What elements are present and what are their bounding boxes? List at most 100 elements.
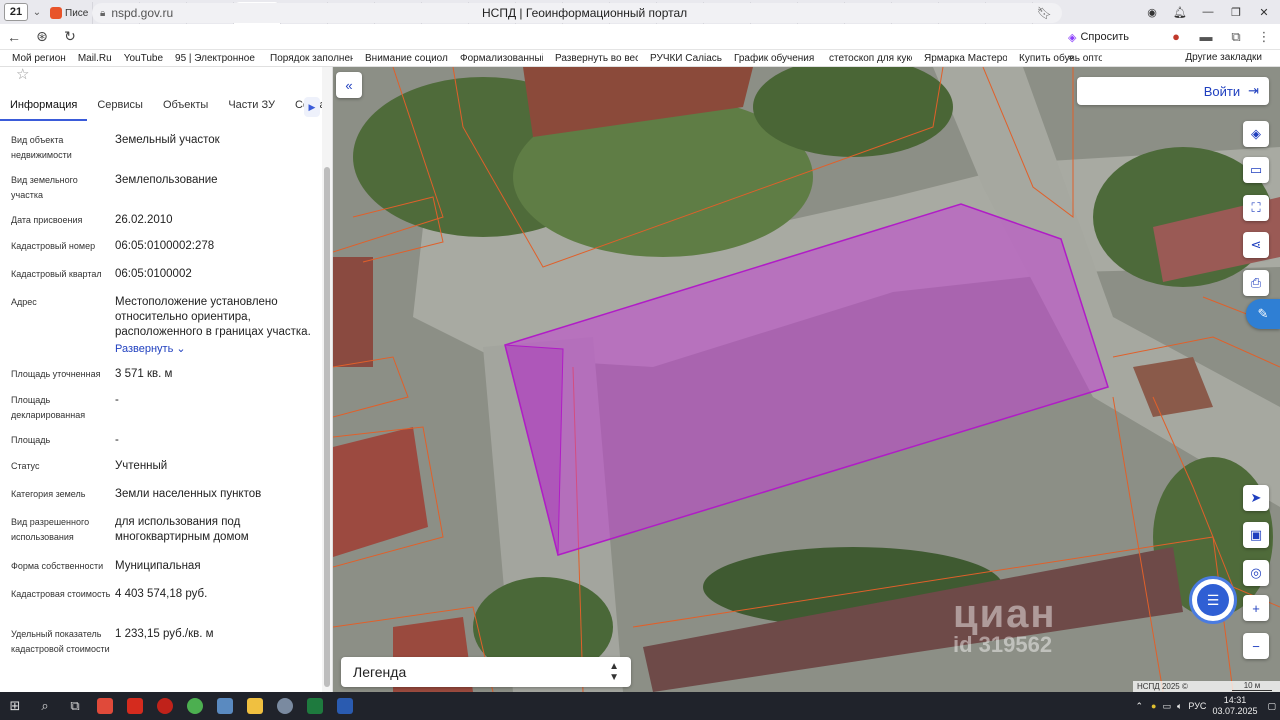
back-arrow-icon[interactable]: ← [0,29,28,45]
network-icon[interactable]: ▭ [1162,701,1171,712]
clock[interactable]: 14:31 03.07.2025 [1212,695,1257,717]
info-label: Площадь декларированная [11,395,86,420]
bookmark-item[interactable]: Мой регион [0,53,66,64]
geolocation-icon[interactable]: ◎ [1243,560,1269,586]
panel-scrollbar-thumb[interactable] [324,167,330,687]
info-value-text: для использования под многоквартирным до… [115,516,249,543]
window-minimize-icon[interactable]: — [1194,0,1222,24]
tray-app-icon[interactable]: ● [1151,701,1156,711]
zoom-in-icon[interactable]: + [1243,595,1269,621]
info-label: Категория земель [11,489,86,499]
url-bar[interactable]: 🔒︎ nspd.gov.ru НСПД | Геоинформационный … [92,3,1062,23]
bookmark-item[interactable]: Mail.Ru [66,53,112,64]
map-view[interactable]: циан id 319562 « Войти ⇥ ◈ ▭ ⛶ ⋖ ⎙ ✎ ➤ ▣… [333,67,1280,692]
layers-icon[interactable]: ◈ [1243,121,1269,147]
system-tray: ⌃ ● ▭ 🔈︎ РУС 14:31 03.07.2025 ▢ [1136,692,1280,720]
info-value: Земельный участок [115,133,320,148]
bookmark-item[interactable]: График обучения на [722,53,817,64]
expand-address-link[interactable]: Развернуть ⌄ [115,342,320,357]
bookmark-item[interactable]: РУЧКИ Салiaсь [638,53,722,64]
legend-toggle-icon: ▲ ▼ [609,661,619,683]
tabs-scroll-right-icon[interactable]: ▶ [304,97,320,117]
login-button[interactable]: Войти ⇥ [1077,77,1269,105]
other-bookmarks-button[interactable]: Другие закладки [1185,52,1262,63]
opera-icon[interactable] [157,698,173,714]
start-icon[interactable]: ⊞ [0,692,30,720]
language-indicator[interactable]: РУС [1188,701,1206,711]
print-icon[interactable]: ⎙ [1243,270,1269,296]
ruler-icon[interactable]: ▭ [1243,157,1269,183]
notifications-icon[interactable]: ▢ [1267,701,1276,712]
window-restore-icon[interactable]: ❐ [1222,0,1250,24]
tab-list-chevron-icon[interactable]: ⌄ [28,7,46,18]
yandex-protect-icon[interactable]: ⊛ [28,28,56,45]
info-label: Кадастровая стоимость [11,589,111,599]
feedback-icon[interactable]: ✎ [1246,299,1280,329]
bookmark-item[interactable]: стетоскоп для кукол [817,53,912,64]
page-title: НСПД | Геоинформационный портал [482,6,688,20]
share-icon[interactable]: ⋖ [1243,232,1269,258]
info-value: 3 571 кв. м [115,367,320,382]
word-icon[interactable] [337,698,353,714]
bookmarks-overflow-button[interactable]: » [1068,52,1074,63]
file-explorer-icon[interactable] [247,698,263,714]
downloads-icon[interactable]: ▬ [1196,27,1216,47]
info-value: Землепользование [115,173,320,188]
bookmark-icon[interactable]: 🔖︎ [1037,6,1052,20]
panel-tab[interactable]: Части ЗУ [218,95,285,121]
navigate-icon[interactable]: ➤ [1243,485,1269,511]
task-view-icon[interactable]: ⧉ [60,692,90,720]
info-label: Дата присвоения [11,215,83,225]
bookmarks-bar: Мой регион Mail.Ru YouTube 95 | Электронное… [0,50,1280,67]
legend-dropdown[interactable]: Легенда ▲ ▼ [341,657,631,687]
reload-icon[interactable]: ↻ [56,28,84,45]
tab-count-badge[interactable]: 21 [4,3,28,21]
search-icon[interactable]: ⌕ [30,692,60,720]
collapse-panel-button[interactable]: « [336,72,362,98]
photos-icon[interactable] [217,698,233,714]
bookmark-item[interactable]: 95 | Электронное пр [163,53,258,64]
panel-tab[interactable]: Информация [0,95,88,121]
menu-icon[interactable]: ⋮ [1254,27,1274,47]
zoom-out-icon[interactable]: − [1243,633,1269,659]
bookmark-item[interactable]: Ярмарка Мастеров [912,53,1007,64]
windows-taskbar: ⊞ ⌕ ⧉ ⌃ ● ▭ 🔈︎ РУС 14:31 03.07.2025 ▢ [0,692,1280,720]
select-area-icon[interactable]: ⛶ [1243,195,1269,221]
panel-tab[interactable]: Объекты [153,95,218,121]
expand-label: Развернуть [115,343,174,355]
info-value-text: 06:05:0100002:278 [115,240,215,252]
ask-alice-button[interactable]: ◈ Спросить [1068,28,1129,46]
bookmark-item[interactable]: Развернуть во весь [543,53,638,64]
bookmark-item[interactable]: Формализованный [448,53,543,64]
info-value-text: Учтенный [115,460,168,472]
info-label: Кадастровый квартал [11,269,102,279]
info-value-text: Местоположение установлено относительно … [115,296,311,338]
chat-button[interactable]: ☰ [1189,576,1237,624]
volume-icon[interactable]: 🔈︎ [1177,701,1182,712]
tray-chevron-icon[interactable]: ⌃ [1136,701,1144,712]
notifications-bell-icon[interactable]: 🔔︎ [1166,0,1194,24]
bookmark-item[interactable]: Купить обувь оптом [1007,53,1102,64]
chrome-icon[interactable] [187,698,203,714]
info-value: Земли населенных пунктов [115,487,320,502]
bookmark-item[interactable]: YouTube [112,53,163,64]
yandex-browser-icon[interactable] [97,698,113,714]
window-close-icon[interactable]: ✕ [1250,0,1278,24]
app-icon[interactable] [277,698,293,714]
extension-icon[interactable]: ● [1166,27,1186,47]
bookmark-item[interactable]: Порядок заполнени [258,53,353,64]
minimap-icon[interactable]: ▣ [1243,522,1269,548]
lock-icon: 🔒︎ [100,7,106,19]
info-label: Адрес [11,297,37,307]
yandex-icon[interactable] [127,698,143,714]
panel-tab[interactable]: Сервисы [87,95,153,121]
excel-icon[interactable] [307,698,323,714]
url-text: nspd.gov.ru [111,6,174,20]
info-value: Местоположение установлено относительно … [115,295,320,357]
browser-tab[interactable]: Писе [46,2,93,24]
satellite-imagery [333,67,1280,692]
profile-avatar-icon[interactable]: ◉ [1138,0,1166,24]
collections-icon[interactable]: ⧉ [1226,27,1246,47]
bookmark-item[interactable]: Внимание социолог [353,53,448,64]
favorite-star-icon[interactable]: ☆ [16,67,29,83]
